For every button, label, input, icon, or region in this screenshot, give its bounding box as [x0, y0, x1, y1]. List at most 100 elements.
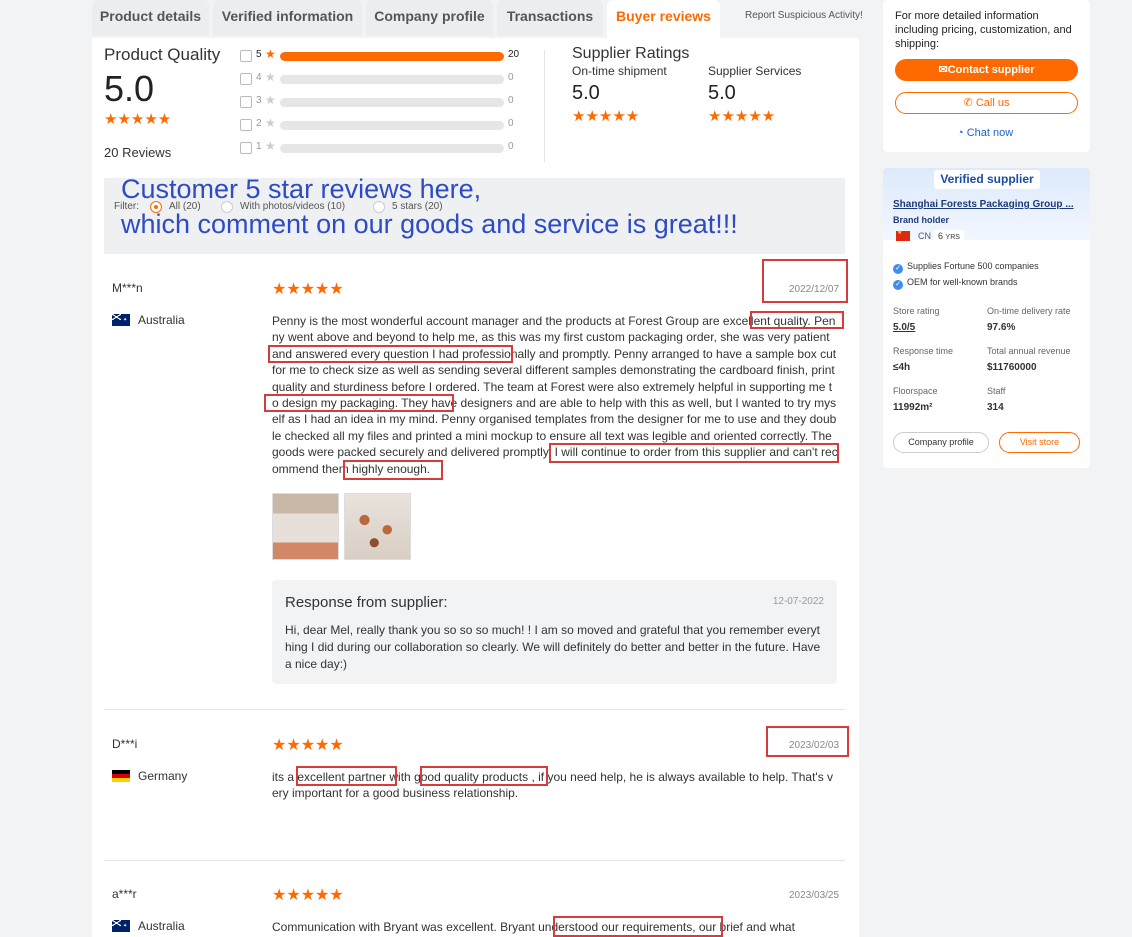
rating-row[interactable]: 1 ★ 0 — [240, 139, 530, 155]
rating-checkbox[interactable] — [240, 119, 252, 131]
star-icon: ★ — [265, 70, 276, 84]
rating-checkbox[interactable] — [240, 73, 252, 85]
company-name-link[interactable]: Shanghai Forests Packaging Group ... — [893, 199, 1078, 210]
reviewer-country: Australia — [112, 919, 185, 933]
annotation-box — [343, 460, 443, 480]
annotation-box — [762, 259, 848, 303]
mail-icon: ✉ — [938, 64, 948, 76]
review-divider — [104, 860, 845, 861]
supplier-services-label: Supplier Services — [708, 64, 802, 78]
star-icon: ★ — [265, 116, 276, 130]
annotation-box — [420, 766, 548, 786]
visit-store-button[interactable]: Visit store — [999, 432, 1080, 453]
rating-bar — [280, 52, 504, 61]
overlay-caption-line1: Customer 5 star reviews here, — [121, 174, 482, 204]
rating-row[interactable]: 2 ★ 0 — [240, 116, 530, 132]
annotation-box — [553, 916, 723, 937]
floorspace-value: 11992m² — [893, 402, 933, 413]
rating-checkbox[interactable] — [240, 96, 252, 108]
response-text: Hi, dear Mel, really thank you so so so … — [285, 623, 821, 671]
tab-buyer-reviews[interactable]: Buyer reviews — [607, 0, 720, 38]
annotation-box — [766, 726, 849, 757]
china-flag-icon — [896, 229, 910, 241]
star-icon: ★ — [265, 47, 276, 61]
rating-row[interactable]: 5 ★ 20 — [240, 47, 530, 63]
rating-count: 0 — [508, 141, 514, 152]
reviewer-name: M***n — [112, 281, 143, 295]
product-quality-title: Product Quality — [104, 45, 221, 64]
rating-row[interactable]: 3 ★ 0 — [240, 93, 530, 109]
report-suspicious-link[interactable]: Report Suspicious Activity! — [745, 10, 863, 21]
product-quality-score: 5.0 — [104, 68, 155, 109]
annotation-box — [296, 766, 397, 786]
brand-holder-label: Brand holder — [893, 215, 950, 225]
annotation-box — [268, 345, 513, 363]
star-icon: ★ — [265, 139, 276, 153]
supplier-services-score: 5.0 — [708, 82, 736, 104]
verified-check-icon: ✓ — [893, 264, 903, 274]
tab-product-details[interactable]: Product details — [92, 0, 209, 36]
rating-row[interactable]: 4 ★ 0 — [240, 70, 530, 86]
rating-star-number: 3 — [256, 95, 262, 106]
supplier-country: CN — [896, 229, 931, 241]
supplier-services-stars: ★★★★★ — [708, 108, 776, 125]
australia-flag-icon — [112, 920, 130, 932]
review-stars: ★★★★★ — [272, 737, 344, 754]
store-rating-value[interactable]: 5.0/5 — [893, 322, 915, 333]
supplier-response: Response from supplier: 12-07-2022 Hi, d… — [272, 580, 837, 684]
australia-flag-icon — [112, 314, 130, 326]
star-icon: ★ — [265, 93, 276, 107]
feature-item: ✓ Supplies Fortune 500 companies — [893, 261, 1039, 274]
reviewer-country: Australia — [112, 313, 185, 327]
years-badge: 6 YRS — [934, 230, 964, 243]
contact-supplier-button[interactable]: ✉Contact supplier — [895, 59, 1078, 81]
staff-label: Staff — [987, 386, 1006, 396]
ontime-shipment-label: On-time shipment — [572, 64, 667, 78]
call-us-button[interactable]: ✆ Call us — [895, 92, 1078, 114]
tab-transactions[interactable]: Transactions — [497, 0, 603, 36]
rating-bar — [280, 75, 504, 84]
rating-star-number: 2 — [256, 118, 262, 129]
feature-item: ✓ OEM for well-known brands — [893, 277, 1018, 290]
review-photo[interactable] — [344, 493, 411, 560]
rating-checkbox[interactable] — [240, 142, 252, 154]
rating-star-number: 5 — [256, 49, 262, 60]
annotation-box — [750, 311, 844, 329]
annotation-box — [264, 394, 454, 412]
product-quality-stars: ★★★★★ — [104, 111, 172, 128]
rating-bar — [280, 144, 504, 153]
ontime-shipment-stars: ★★★★★ — [572, 108, 640, 125]
verified-supplier-badge: Verified supplier — [934, 170, 1040, 189]
reviews-count: 20 Reviews — [104, 145, 172, 160]
tab-company-profile[interactable]: Company profile — [366, 0, 493, 36]
staff-value: 314 — [987, 402, 1004, 413]
rating-count: 0 — [508, 72, 514, 83]
tab-verified-information[interactable]: Verified information — [213, 0, 362, 36]
response-title: Response from supplier: — [285, 594, 448, 611]
rating-checkbox[interactable] — [240, 50, 252, 62]
response-time-label: Response time — [893, 346, 954, 356]
chat-now-link[interactable]: ◔ Chat now — [957, 127, 1013, 139]
company-profile-button[interactable]: Company profile — [893, 432, 989, 453]
response-time-value: ≤4h — [893, 362, 911, 373]
supplier-ratings-title: Supplier Ratings — [572, 45, 690, 62]
contact-info-text: For more detailed information including … — [895, 10, 1072, 50]
ontime-delivery-value: 97.6% — [987, 322, 1016, 333]
rating-count: 0 — [508, 118, 514, 129]
annotation-box — [549, 443, 839, 463]
divider — [544, 50, 545, 162]
ontime-shipment-score: 5.0 — [572, 82, 600, 104]
annual-revenue-label: Total annual revenue — [987, 346, 1071, 356]
response-date: 12-07-2022 — [772, 596, 824, 607]
reviewer-name: D***i — [112, 737, 138, 751]
reviewer-name: a***r — [112, 887, 137, 901]
germany-flag-icon — [112, 770, 130, 782]
chat-icon: ◔ — [957, 127, 967, 139]
rating-star-number: 1 — [256, 141, 262, 152]
phone-icon: ✆ — [963, 97, 976, 109]
review-divider — [104, 709, 845, 710]
rating-bar — [280, 121, 504, 130]
review-stars: ★★★★★ — [272, 887, 344, 904]
review-photo[interactable] — [272, 493, 339, 560]
ontime-delivery-label: On-time delivery rate — [987, 306, 1071, 316]
